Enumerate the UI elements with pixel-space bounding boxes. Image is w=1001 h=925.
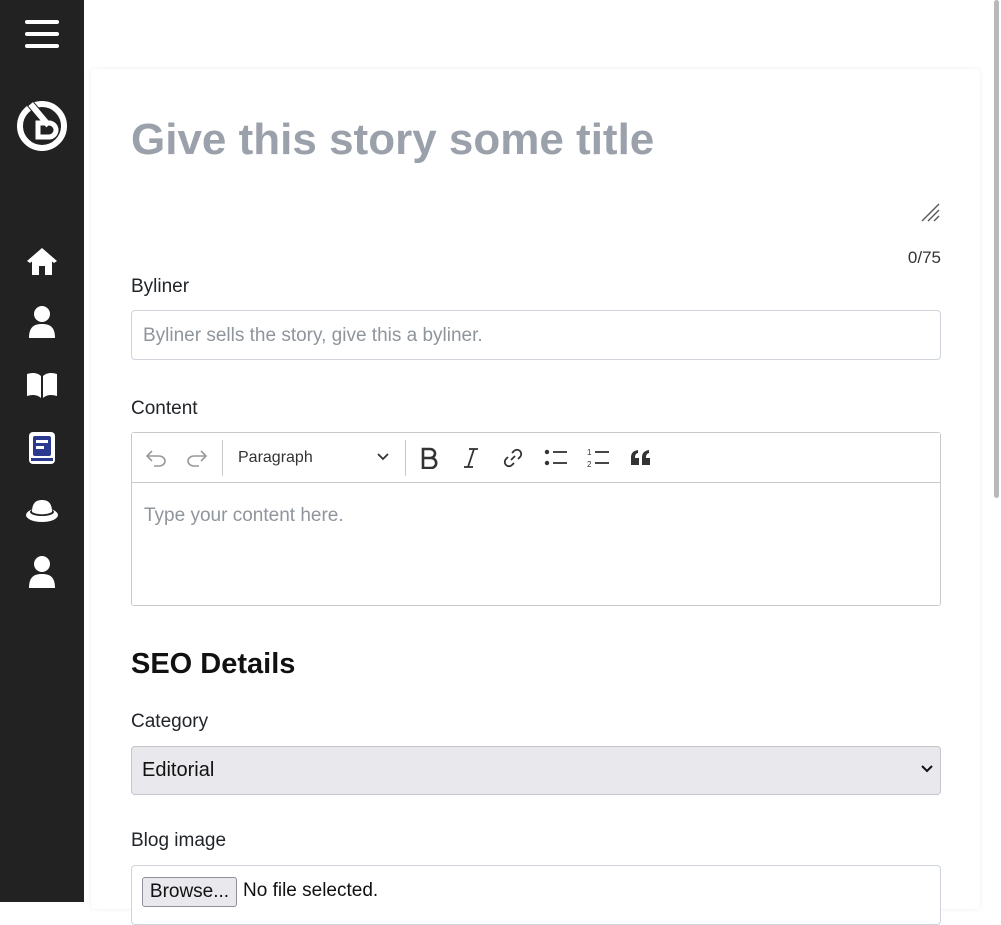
sidebar <box>0 0 84 902</box>
quote-icon <box>631 450 650 465</box>
toolbar-separator <box>222 440 223 476</box>
content-label: Content <box>131 398 198 419</box>
toolbar-separator <box>405 440 406 476</box>
byliner-input[interactable]: Byliner sells the story, give this a byl… <box>131 310 941 360</box>
nav-account[interactable] <box>0 554 84 590</box>
numbered-list-button[interactable]: 1 2 <box>585 445 611 471</box>
logo-icon <box>17 99 67 151</box>
seo-details-heading: SEO Details <box>131 648 296 680</box>
nav-home[interactable] <box>0 244 84 278</box>
blog-image-label: Blog image <box>131 830 227 851</box>
heading-dropdown[interactable]: Paragraph <box>238 444 390 472</box>
category-select-value: Editorial <box>142 759 215 781</box>
file-status-text: No file selected. <box>243 880 379 901</box>
italic-icon <box>464 448 478 468</box>
content-editable-area[interactable]: Type your content here. <box>144 505 344 527</box>
italic-button[interactable] <box>458 445 484 471</box>
page-scrollbar[interactable] <box>994 0 999 498</box>
byliner-label: Byliner <box>131 276 190 297</box>
hat-icon <box>26 500 58 522</box>
category-select[interactable]: Editorial <box>131 746 941 795</box>
editor-toolbar: Paragraph 1 2 <box>132 433 940 483</box>
bulleted-list-button[interactable] <box>543 445 569 471</box>
bold-icon <box>421 447 438 469</box>
story-title-input[interactable]: Give this story some title <box>131 112 941 222</box>
bold-button[interactable] <box>416 445 442 471</box>
category-label: Category <box>131 711 209 732</box>
blog-image-file-input: Browse... No file selected. <box>131 865 941 925</box>
home-icon <box>27 248 57 275</box>
redo-button[interactable] <box>184 445 210 471</box>
user-icon <box>29 306 55 338</box>
nav-hat[interactable] <box>0 496 84 526</box>
redo-icon <box>187 450 208 467</box>
numbered-list-icon: 1 2 <box>587 448 609 469</box>
title-char-counter: 0/75 <box>907 248 941 267</box>
book-icon <box>29 432 55 464</box>
link-button[interactable] <box>500 445 526 471</box>
blockquote-button[interactable] <box>628 445 654 471</box>
nav-library[interactable] <box>0 369 84 401</box>
chevron-down-icon <box>921 765 933 773</box>
link-icon <box>503 448 523 468</box>
undo-icon <box>145 450 166 467</box>
menu-button[interactable] <box>0 14 84 54</box>
svg-text:2: 2 <box>587 460 592 469</box>
resize-handle-icon[interactable] <box>920 202 942 229</box>
heading-dropdown-value: Paragraph <box>238 449 313 466</box>
logo[interactable] <box>0 96 84 152</box>
nav-stories[interactable] <box>0 430 84 466</box>
browse-button[interactable]: Browse... <box>142 877 237 907</box>
nav-profile[interactable] <box>0 304 84 340</box>
book-open-icon <box>27 372 57 398</box>
undo-button[interactable] <box>143 445 169 471</box>
chevron-down-icon <box>377 453 389 461</box>
svg-text:1: 1 <box>587 448 592 457</box>
menu-icon <box>25 20 59 48</box>
user-icon <box>29 556 55 588</box>
content-editor: Paragraph 1 2 Type your content here. <box>131 432 941 606</box>
bulleted-list-icon <box>544 449 567 466</box>
